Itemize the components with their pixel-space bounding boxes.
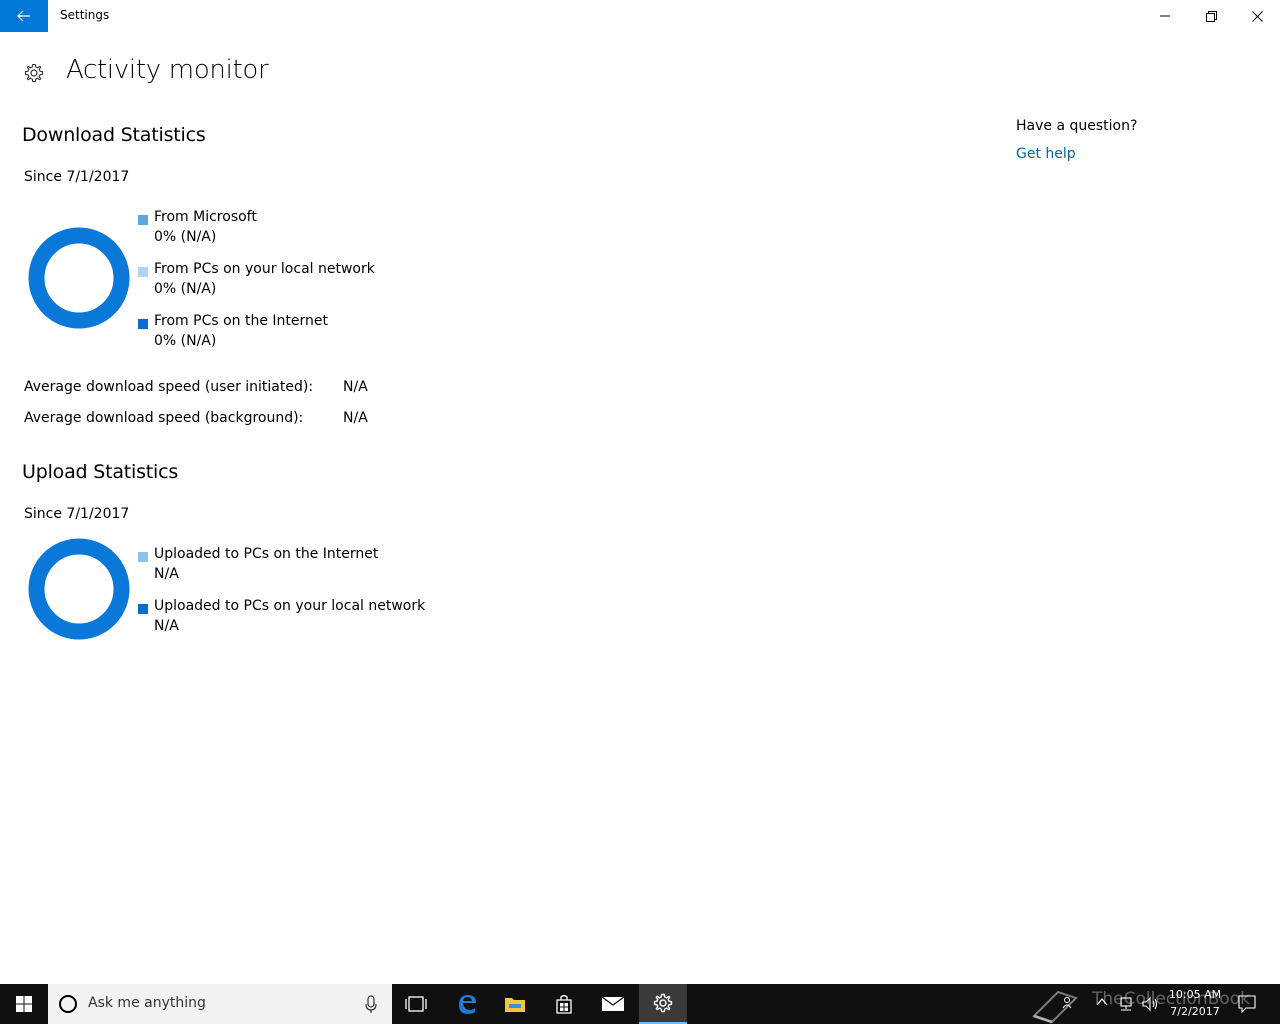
edge-browser-button[interactable] — [443, 984, 491, 1024]
clock-time[interactable]: 10:05 AM — [1165, 988, 1225, 1001]
upload-statistics-heading: Upload Statistics — [22, 461, 179, 483]
upload-donut-ring — [28, 538, 130, 640]
file-explorer-button[interactable] — [491, 984, 539, 1024]
task-view-icon — [405, 996, 427, 1012]
avg-download-background-label: Average download speed (background): — [24, 410, 304, 426]
avg-download-background-value: N/A — [343, 410, 368, 426]
title-bar: Settings — [0, 0, 1280, 32]
window-title: Settings — [60, 8, 110, 22]
legend-swatch — [138, 552, 148, 562]
download-since-date: Since 7/1/2017 — [24, 169, 130, 185]
clock-date[interactable]: 7/2/2017 — [1165, 1005, 1225, 1018]
legend-label: Uploaded to PCs on your local network — [154, 598, 426, 614]
legend-label: From Microsoft — [154, 209, 257, 225]
avg-download-user-label: Average download speed (user initiated): — [24, 379, 314, 395]
store-button[interactable] — [540, 984, 588, 1024]
taskbar: Ask me anything TheCollectionBook 10:05 … — [0, 984, 1280, 1024]
legend-value: 0% (N/A) — [154, 229, 217, 245]
legend-value: N/A — [154, 566, 179, 582]
network-icon[interactable] — [1118, 996, 1134, 1012]
search-placeholder: Ask me anything — [88, 995, 206, 1011]
close-icon — [1251, 10, 1263, 22]
start-button[interactable] — [0, 984, 48, 1024]
legend-label: From PCs on your local network — [154, 261, 375, 277]
upload-donut-chart — [28, 538, 130, 640]
page-header — [24, 56, 44, 90]
legend-value: N/A — [154, 618, 179, 634]
legend-value: 0% (N/A) — [154, 333, 217, 349]
help-question: Have a question? — [1016, 118, 1138, 134]
upload-since-date: Since 7/1/2017 — [24, 506, 130, 522]
gear-icon — [24, 63, 44, 83]
legend-swatch — [138, 604, 148, 614]
chevron-up-icon[interactable] — [1096, 997, 1108, 1007]
edge-icon — [459, 995, 476, 1014]
back-button[interactable] — [0, 0, 48, 32]
settings-gear-icon — [653, 993, 673, 1013]
cortana-icon — [59, 995, 77, 1013]
mail-icon — [601, 996, 625, 1011]
restore-icon — [1205, 10, 1217, 22]
action-center-icon[interactable] — [1238, 995, 1256, 1013]
minimize-icon — [1160, 15, 1170, 17]
volume-icon[interactable] — [1142, 996, 1160, 1012]
legend-swatch — [138, 215, 148, 225]
download-donut-chart — [28, 227, 130, 329]
legend-label: Uploaded to PCs on the Internet — [154, 546, 379, 562]
legend-swatch — [138, 267, 148, 277]
microphone-icon[interactable] — [364, 994, 378, 1014]
people-icon[interactable] — [1062, 996, 1076, 1010]
avg-download-user-value: N/A — [343, 379, 368, 395]
restore-button[interactable] — [1188, 0, 1234, 32]
minimize-button[interactable] — [1142, 0, 1188, 32]
get-help-link[interactable]: Get help — [1016, 146, 1076, 162]
page-title: Activity monitor — [66, 55, 269, 85]
back-arrow-icon — [17, 10, 30, 22]
store-icon — [556, 994, 572, 1014]
legend-swatch — [138, 319, 148, 329]
close-button[interactable] — [1234, 0, 1280, 32]
legend-value: 0% (N/A) — [154, 281, 217, 297]
folder-icon — [505, 998, 525, 1012]
legend-label: From PCs on the Internet — [154, 313, 329, 329]
download-statistics-heading: Download Statistics — [22, 124, 206, 146]
search-box[interactable]: Ask me anything — [48, 984, 392, 1024]
download-donut-ring — [28, 227, 130, 329]
mail-button[interactable] — [589, 984, 637, 1024]
settings-taskbar-button[interactable] — [639, 984, 687, 1024]
task-view-button[interactable] — [392, 984, 440, 1024]
windows-logo-icon — [16, 996, 32, 1012]
